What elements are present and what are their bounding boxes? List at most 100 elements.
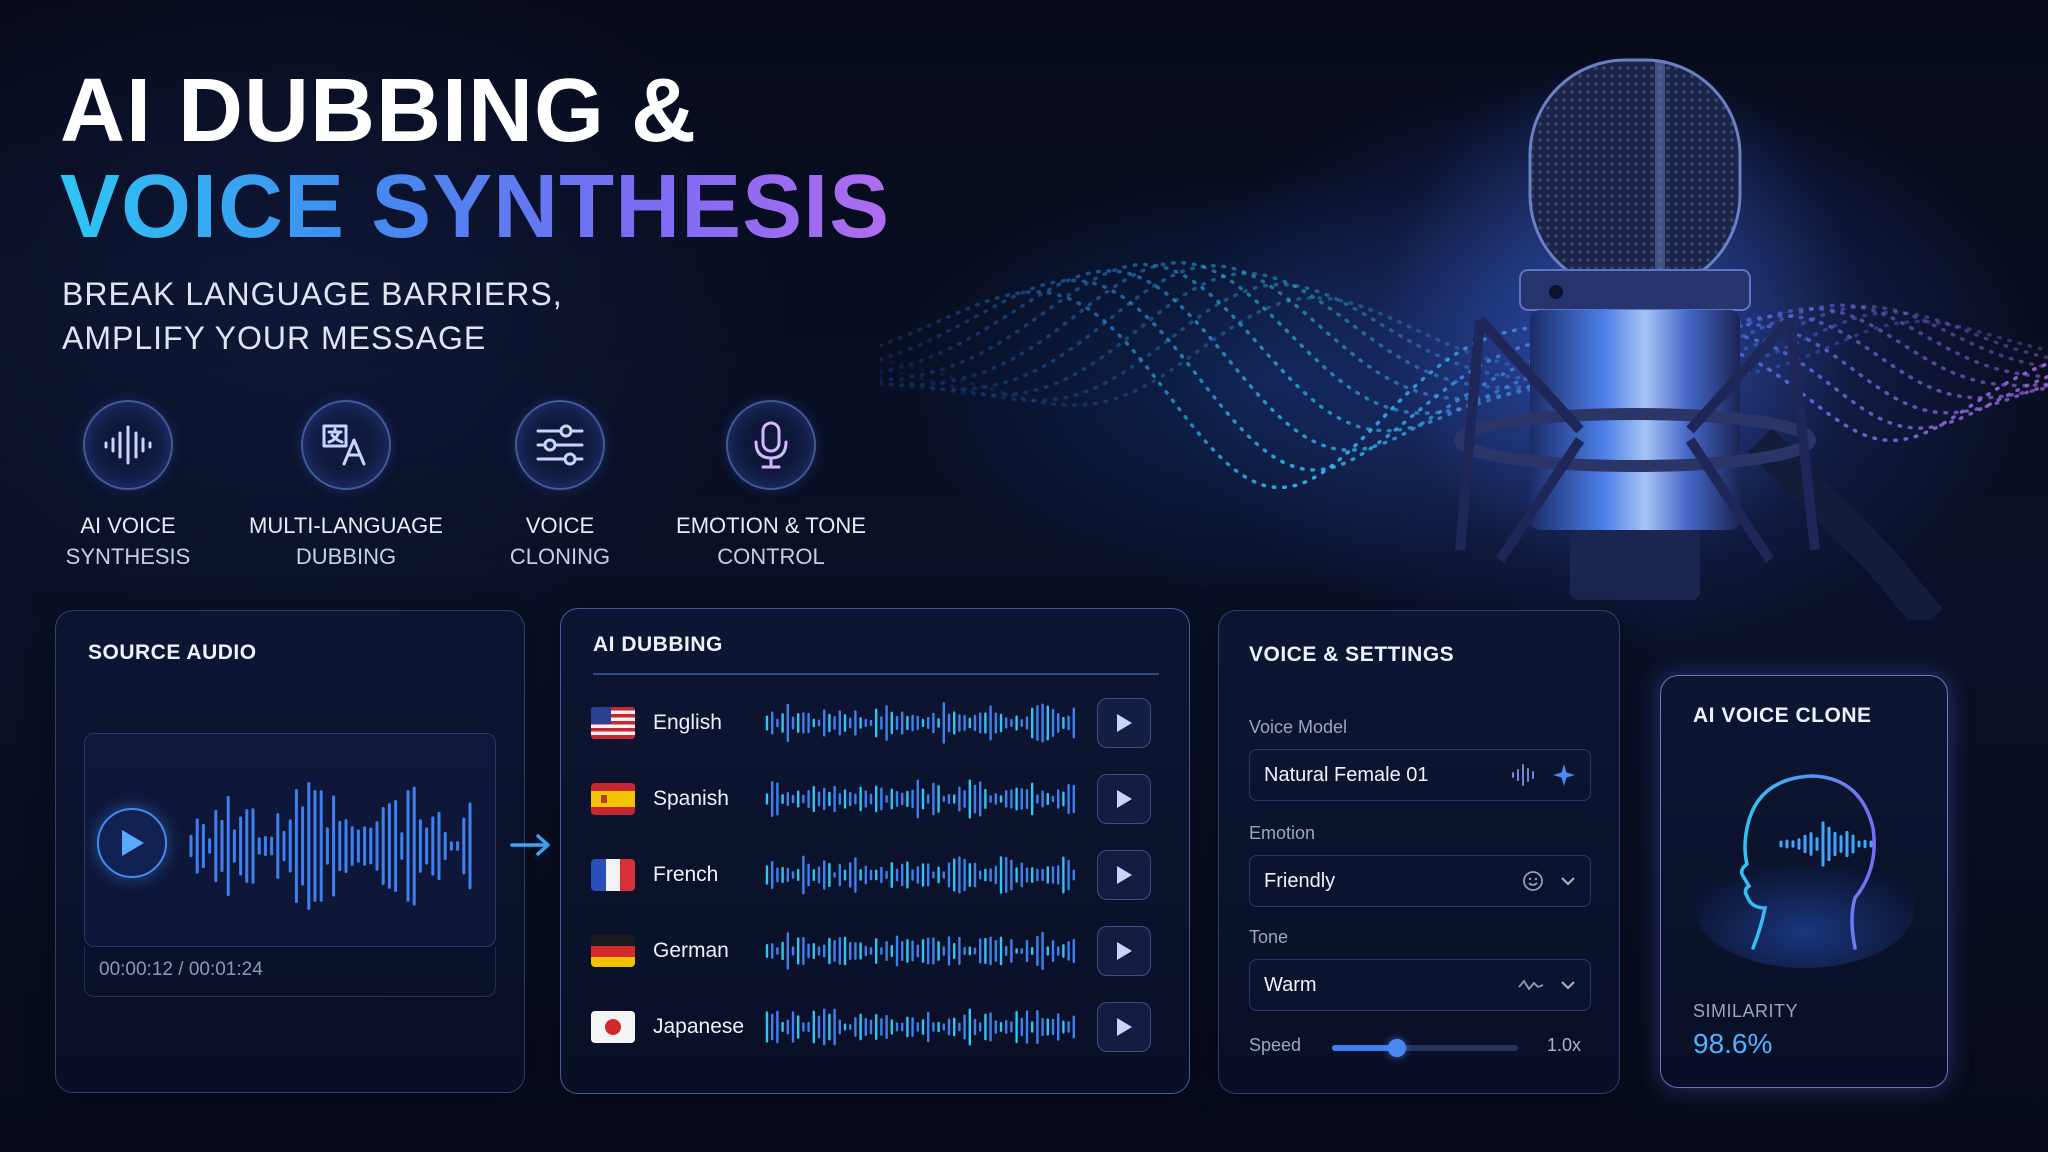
head-profile-icon bbox=[1695, 774, 1915, 968]
waveform-icon bbox=[1512, 764, 1534, 786]
hero-title-line2: VOICE SYNTHESIS bbox=[60, 157, 891, 257]
voice-model-value: Natural Female 01 bbox=[1264, 763, 1429, 786]
source-audio-player bbox=[84, 733, 496, 947]
language-row-spanish: Spanish bbox=[591, 769, 1151, 829]
us-flag-icon bbox=[591, 707, 635, 739]
feature-emotion-tone-control: EMOTION & TONE CONTROL bbox=[656, 400, 886, 572]
ai-voice-clone-panel: AI VOICE CLONE SIMILARITY 98.6% bbox=[1660, 675, 1948, 1088]
ai-dubbing-title: AI DUBBING bbox=[593, 633, 723, 656]
tone-value: Warm bbox=[1264, 973, 1317, 996]
feature-label-line2: CLONING bbox=[509, 544, 611, 569]
dub-waveform-spanish bbox=[765, 779, 1075, 819]
france-flag-icon bbox=[591, 859, 635, 891]
arrow-right-icon bbox=[510, 834, 550, 856]
translate-icon-glyph bbox=[322, 424, 366, 466]
source-waveform bbox=[189, 781, 472, 911]
tone-label: Tone bbox=[1249, 927, 1289, 947]
spain-flag-icon bbox=[591, 783, 635, 815]
voice-settings-title: VOICE & SETTINGS bbox=[1249, 643, 1455, 666]
feature-label-line2: CONTROL bbox=[717, 544, 825, 569]
feature-label-line1: EMOTION & TONE bbox=[676, 513, 866, 538]
feature-label: AI VOICE SYNTHESIS bbox=[13, 510, 243, 572]
language-row-japanese: Japanese bbox=[591, 997, 1151, 1057]
similarity-label: SIMILARITY bbox=[1693, 1001, 1799, 1021]
speed-value: 1.0x bbox=[1547, 1035, 1582, 1055]
feature-label: EMOTION & TONE CONTROL bbox=[656, 510, 886, 572]
voice-clone-title: AI VOICE CLONE bbox=[1693, 704, 1872, 727]
time-current: 00:00:12 bbox=[99, 959, 173, 980]
feature-label-line1: MULTI-LANGUAGE bbox=[249, 513, 443, 538]
microphone-icon-glyph bbox=[754, 421, 788, 469]
language-label: French bbox=[653, 863, 719, 886]
emotion-label: Emotion bbox=[1249, 823, 1316, 843]
language-row-french: French bbox=[591, 845, 1151, 905]
voice-settings-panel: VOICE & SETTINGS Voice Model Natural Fem… bbox=[1218, 610, 1620, 1094]
waveform-icon bbox=[83, 400, 173, 490]
play-english-button[interactable] bbox=[1097, 698, 1151, 748]
feature-label-line1: AI VOICE bbox=[80, 513, 176, 538]
play-icon bbox=[1117, 866, 1132, 884]
dub-waveform-japanese bbox=[765, 1008, 1075, 1046]
hero-subtitle-line2: AMPLIFY YOUR MESSAGE bbox=[62, 320, 487, 356]
source-audio-panel: SOURCE AUDIO 00:00:12 / 00:01:24 bbox=[55, 610, 525, 1093]
translate-icon bbox=[301, 400, 391, 490]
feature-label: VOICE CLONING bbox=[445, 510, 675, 572]
emotion-value: Friendly bbox=[1264, 869, 1336, 892]
dub-waveform-english bbox=[765, 702, 1075, 744]
dub-waveform-german bbox=[765, 931, 1075, 971]
feature-voice-cloning: VOICE CLONING bbox=[445, 400, 675, 572]
chevron-down-icon bbox=[1561, 981, 1575, 990]
language-label: Japanese bbox=[653, 1015, 745, 1038]
time-total: 00:01:24 bbox=[188, 959, 263, 980]
title-divider bbox=[593, 673, 1159, 675]
voice-model-label: Voice Model bbox=[1249, 717, 1348, 737]
wave-curve-icon bbox=[1518, 979, 1544, 991]
play-icon bbox=[122, 830, 144, 856]
play-french-button[interactable] bbox=[1097, 850, 1151, 900]
germany-flag-icon bbox=[591, 935, 635, 967]
language-row-english: English bbox=[591, 693, 1151, 753]
smiley-icon bbox=[1523, 871, 1543, 891]
sliders-icon bbox=[515, 400, 605, 490]
language-label: Spanish bbox=[653, 787, 729, 810]
particle-wave-graphic bbox=[880, 58, 2048, 620]
speed-label: Speed bbox=[1249, 1035, 1302, 1055]
play-icon bbox=[1117, 790, 1132, 808]
source-audio-title: SOURCE AUDIO bbox=[88, 641, 257, 664]
source-audio-timecode: 00:00:12 / 00:01:24 bbox=[84, 947, 496, 997]
hero-subtitle: BREAK LANGUAGE BARRIERS, AMPLIFY YOUR ME… bbox=[62, 272, 563, 360]
play-button[interactable] bbox=[97, 808, 167, 878]
feature-label-line1: VOICE bbox=[525, 513, 595, 538]
feature-label-line2: DUBBING bbox=[295, 544, 397, 569]
language-row-german: German bbox=[591, 921, 1151, 981]
chevron-down-icon bbox=[1561, 877, 1575, 886]
ai-dubbing-panel: AI DUBBING English Spanish French German… bbox=[560, 608, 1190, 1094]
play-icon bbox=[1117, 1018, 1132, 1036]
time-separator: / bbox=[172, 959, 189, 980]
speed-slider-thumb[interactable] bbox=[1388, 1039, 1407, 1057]
play-spanish-button[interactable] bbox=[1097, 774, 1151, 824]
hero-title-line1: AI DUBBING & bbox=[60, 61, 697, 161]
play-icon bbox=[1117, 714, 1132, 732]
hero-subtitle-line1: BREAK LANGUAGE BARRIERS, bbox=[62, 276, 563, 312]
sparkle-icon[interactable] bbox=[1552, 763, 1576, 787]
emotion-select[interactable]: Friendly bbox=[1249, 855, 1591, 907]
voice-model-select[interactable]: Natural Female 01 bbox=[1249, 749, 1591, 801]
feature-label: MULTI-LANGUAGE DUBBING bbox=[231, 510, 461, 572]
japan-flag-icon bbox=[591, 1011, 635, 1043]
feature-ai-voice-synthesis: AI VOICE SYNTHESIS bbox=[13, 400, 243, 572]
speed-slider[interactable] bbox=[1332, 1039, 1518, 1057]
play-japanese-button[interactable] bbox=[1097, 1002, 1151, 1052]
tone-select[interactable]: Warm bbox=[1249, 959, 1591, 1011]
play-icon bbox=[1117, 942, 1132, 960]
play-german-button[interactable] bbox=[1097, 926, 1151, 976]
sliders-icon-glyph bbox=[536, 424, 584, 466]
language-label: English bbox=[653, 711, 722, 734]
language-label: German bbox=[653, 939, 729, 962]
feature-label-line2: SYNTHESIS bbox=[65, 544, 191, 569]
dub-waveform-french bbox=[765, 855, 1075, 895]
waveform-icon-glyph bbox=[104, 425, 152, 465]
microphone-icon bbox=[726, 400, 816, 490]
feature-multi-language-dubbing: MULTI-LANGUAGE DUBBING bbox=[231, 400, 461, 572]
similarity-value: 98.6% bbox=[1693, 1028, 1773, 1059]
